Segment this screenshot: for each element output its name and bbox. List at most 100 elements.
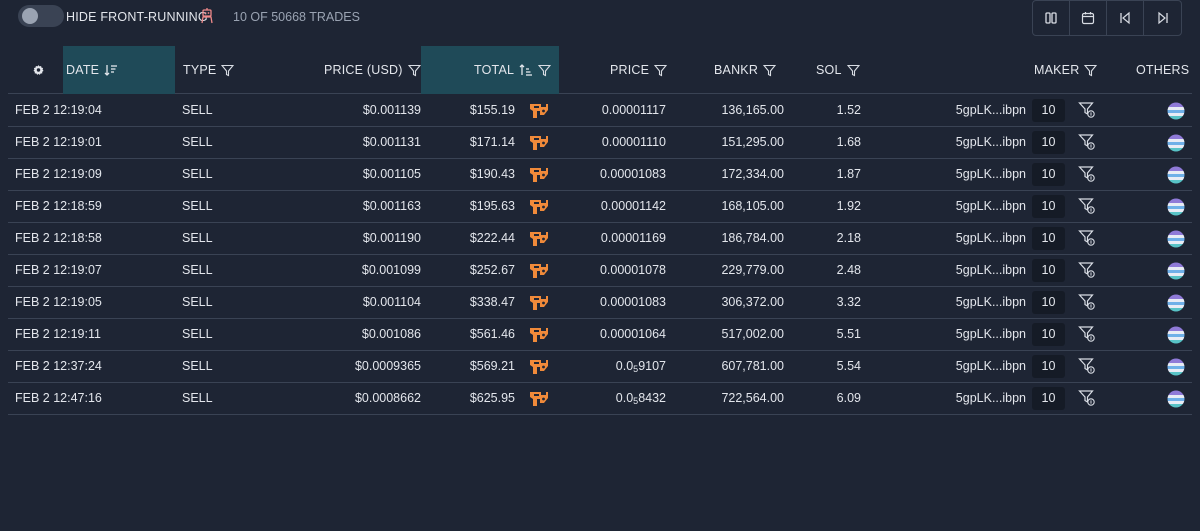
maker-address[interactable]: 5gpLK...ibpn bbox=[938, 95, 1026, 126]
sort-ascending-icon bbox=[519, 64, 533, 76]
table-row[interactable]: FEB 2 12:19:04 SELL $0.001139 $155.19 0.0000… bbox=[8, 95, 1192, 127]
trade-price: 0.00001078 bbox=[599, 263, 666, 277]
maker-trade-count[interactable]: 10 bbox=[1032, 387, 1065, 410]
table-row[interactable]: FEB 2 12:18:59 SELL $0.001163 $195.63 0.0000… bbox=[8, 191, 1192, 223]
trade-sol-amount: 1.87 bbox=[836, 167, 861, 181]
maker-trade-count[interactable]: 10 bbox=[1032, 323, 1065, 346]
table-row[interactable]: FEB 2 12:19:11 SELL $0.001086 $561.46 0.0000… bbox=[8, 319, 1192, 351]
transaction-link-icon[interactable] bbox=[528, 357, 550, 377]
maker-trade-count[interactable]: 10 bbox=[1032, 131, 1065, 154]
table-row[interactable]: FEB 2 12:37:24 SELL $0.0009365 $569.21 0.059… bbox=[8, 351, 1192, 383]
filter-by-maker-icon[interactable] bbox=[1078, 293, 1096, 314]
maker-trade-count[interactable]: 10 bbox=[1032, 355, 1065, 378]
trade-type: SELL bbox=[182, 391, 213, 405]
maker-trade-count[interactable]: 10 bbox=[1032, 227, 1065, 250]
hide-front-running-toggle[interactable] bbox=[18, 5, 64, 27]
skip-back-button[interactable] bbox=[1107, 1, 1144, 35]
solana-avatar-icon[interactable] bbox=[1167, 326, 1185, 344]
maker-trade-count[interactable]: 10 bbox=[1032, 195, 1065, 218]
filter-icon bbox=[407, 64, 421, 76]
trade-bankr-amount: 229,779.00 bbox=[721, 263, 784, 277]
maker-column-header[interactable]: MAKER bbox=[1034, 46, 1098, 94]
transaction-link-icon[interactable] bbox=[528, 293, 550, 313]
filter-by-maker-icon[interactable] bbox=[1078, 261, 1096, 282]
table-row[interactable]: FEB 2 12:47:16 SELL $0.0008662 $625.95 0.058… bbox=[8, 383, 1192, 415]
trade-date: FEB 2 12:19:11 bbox=[15, 327, 101, 341]
trade-total: $569.21 bbox=[469, 359, 515, 373]
filter-by-maker-icon[interactable] bbox=[1078, 357, 1096, 378]
maker-address[interactable]: 5gpLK...ibpn bbox=[938, 191, 1026, 222]
price-column-header[interactable]: PRICE bbox=[610, 46, 668, 94]
maker-trade-count[interactable]: 10 bbox=[1032, 99, 1065, 122]
trade-date: FEB 2 12:19:09 bbox=[15, 167, 102, 181]
trade-type: SELL bbox=[182, 167, 213, 181]
maker-address[interactable]: 5gpLK...ibpn bbox=[938, 159, 1026, 190]
trade-sol-amount: 1.52 bbox=[836, 103, 861, 117]
table-row[interactable]: FEB 2 12:19:09 SELL $0.001105 $190.43 0.0000… bbox=[8, 159, 1192, 191]
solana-avatar-icon[interactable] bbox=[1167, 358, 1185, 376]
solana-avatar-icon[interactable] bbox=[1167, 102, 1185, 120]
solana-avatar-icon[interactable] bbox=[1167, 390, 1185, 408]
type-column-header[interactable]: TYPE bbox=[183, 46, 235, 94]
maker-trade-count[interactable]: 10 bbox=[1032, 163, 1065, 186]
trade-price: 0.00001083 bbox=[599, 295, 666, 309]
filter-by-maker-icon[interactable] bbox=[1078, 101, 1096, 122]
maker-address[interactable]: 5gpLK...ibpn bbox=[938, 255, 1026, 286]
maker-address[interactable]: 5gpLK...ibpn bbox=[938, 319, 1026, 350]
solana-avatar-icon[interactable] bbox=[1167, 230, 1185, 248]
trade-type: SELL bbox=[182, 327, 213, 341]
filter-by-maker-icon[interactable] bbox=[1078, 229, 1096, 250]
sol-column-header[interactable]: SOL bbox=[816, 46, 860, 94]
table-row[interactable]: FEB 2 12:19:01 SELL $0.001131 $171.14 0.0000… bbox=[8, 127, 1192, 159]
transaction-link-icon[interactable] bbox=[528, 165, 550, 185]
filter-by-maker-icon[interactable] bbox=[1078, 389, 1096, 410]
filter-by-maker-icon[interactable] bbox=[1078, 197, 1096, 218]
transaction-link-icon[interactable] bbox=[528, 197, 550, 217]
table-row[interactable]: FEB 2 12:19:07 SELL $0.001099 $252.67 0.0000… bbox=[8, 255, 1192, 287]
trade-date: FEB 2 12:37:24 bbox=[15, 359, 102, 373]
solana-avatar-icon[interactable] bbox=[1167, 294, 1185, 312]
trade-price: 0.00001083 bbox=[599, 167, 666, 181]
maker-address[interactable]: 5gpLK...ibpn bbox=[938, 287, 1026, 318]
filter-by-maker-icon[interactable] bbox=[1078, 165, 1096, 186]
table-row[interactable]: FEB 2 12:18:58 SELL $0.001190 $222.44 0.0000… bbox=[8, 223, 1192, 255]
pause-button[interactable] bbox=[1033, 1, 1070, 35]
pause-icon bbox=[1045, 12, 1057, 24]
maker-address[interactable]: 5gpLK...ibpn bbox=[938, 223, 1026, 254]
trade-price-usd: $0.001163 bbox=[362, 199, 421, 213]
solana-avatar-icon[interactable] bbox=[1167, 134, 1185, 152]
maker-address[interactable]: 5gpLK...ibpn bbox=[938, 351, 1026, 382]
price-usd-column-header[interactable]: PRICE (USD) bbox=[324, 46, 421, 94]
maker-address[interactable]: 5gpLK...ibpn bbox=[938, 383, 1026, 414]
transaction-link-icon[interactable] bbox=[528, 133, 550, 153]
transaction-link-icon[interactable] bbox=[528, 101, 550, 121]
date-column-header[interactable]: DATE bbox=[63, 46, 175, 94]
trade-price-usd: $0.001190 bbox=[362, 231, 421, 245]
transaction-link-icon[interactable] bbox=[528, 389, 550, 409]
total-column-header[interactable]: TOTAL bbox=[421, 46, 559, 94]
solana-avatar-icon[interactable] bbox=[1167, 198, 1185, 216]
table-row[interactable]: FEB 2 12:19:05 SELL $0.001104 $338.47 0.0000… bbox=[8, 287, 1192, 319]
maker-trade-count[interactable]: 10 bbox=[1032, 291, 1065, 314]
skip-forward-button[interactable] bbox=[1144, 1, 1181, 35]
transaction-link-icon[interactable] bbox=[528, 261, 550, 281]
filter-by-maker-icon[interactable] bbox=[1078, 133, 1096, 154]
price-digits: 8432 bbox=[638, 391, 666, 405]
solana-avatar-icon[interactable] bbox=[1167, 262, 1185, 280]
trade-total: $625.95 bbox=[469, 391, 515, 405]
maker-trade-count[interactable]: 10 bbox=[1032, 259, 1065, 282]
calendar-button[interactable] bbox=[1070, 1, 1107, 35]
gear-icon bbox=[33, 65, 44, 75]
price-prefix: 0.0 bbox=[615, 359, 634, 373]
trade-price: 0.00001169 bbox=[600, 231, 666, 245]
settings-button[interactable] bbox=[28, 46, 44, 94]
trade-bankr-amount: 168,105.00 bbox=[721, 199, 784, 213]
trade-type: SELL bbox=[182, 359, 213, 373]
maker-address[interactable]: 5gpLK...ibpn bbox=[938, 127, 1026, 158]
transaction-link-icon[interactable] bbox=[528, 229, 550, 249]
solana-avatar-icon[interactable] bbox=[1167, 166, 1185, 184]
bankr-column-header[interactable]: BANKR bbox=[714, 46, 777, 94]
trade-price-usd: $0.001099 bbox=[361, 263, 421, 277]
filter-by-maker-icon[interactable] bbox=[1078, 325, 1096, 346]
transaction-link-icon[interactable] bbox=[528, 325, 550, 345]
